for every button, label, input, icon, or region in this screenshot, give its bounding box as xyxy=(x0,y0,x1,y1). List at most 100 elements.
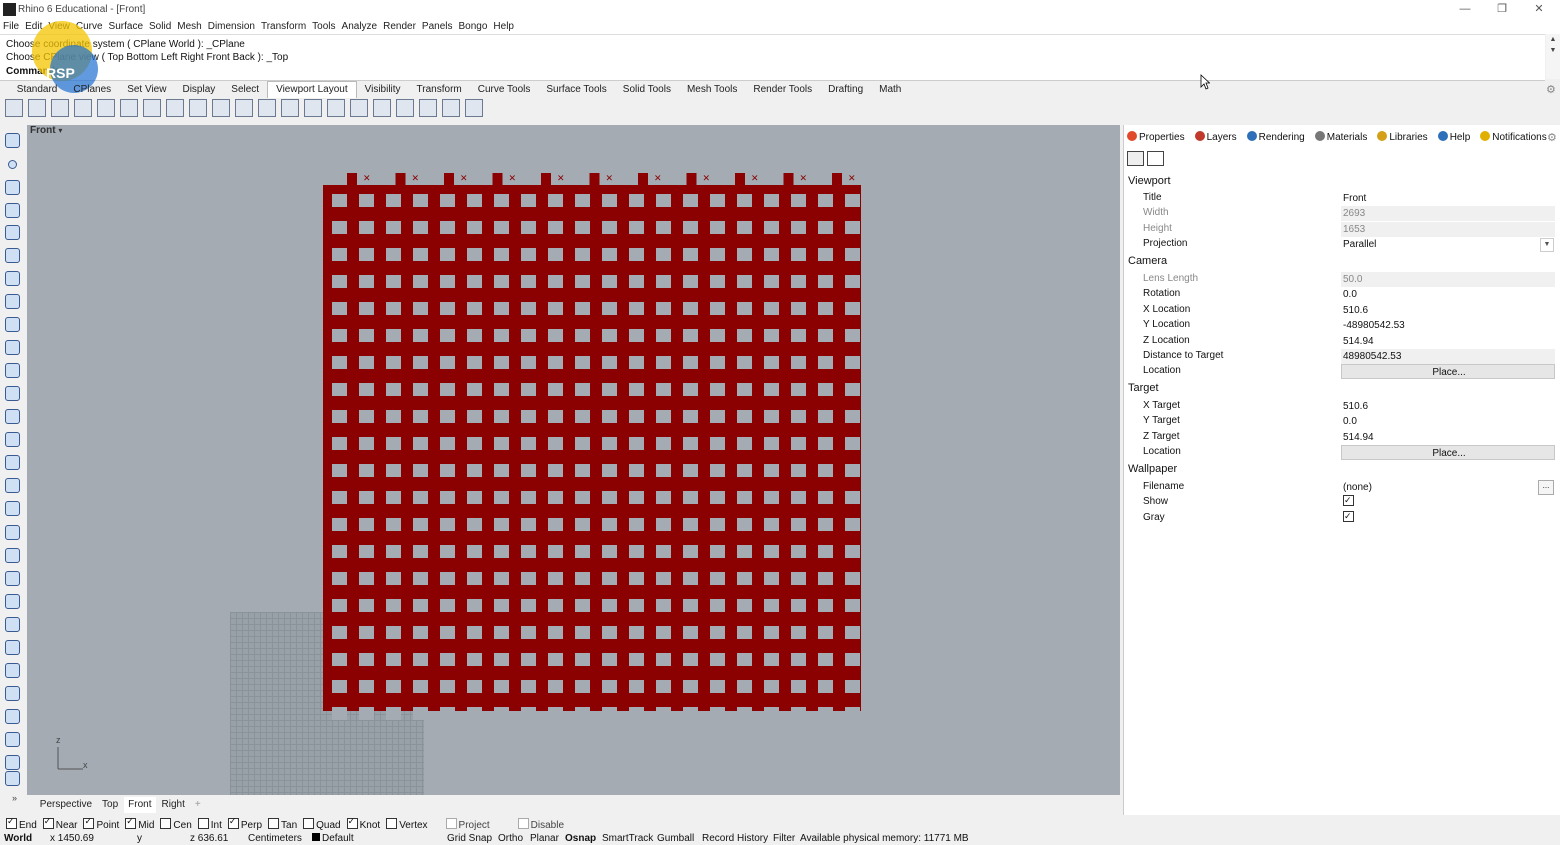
box-icon[interactable] xyxy=(5,409,20,424)
osnap-checkbox[interactable] xyxy=(517,818,529,829)
osnap-project[interactable]: Project xyxy=(445,818,490,831)
analyze-icon[interactable] xyxy=(5,755,20,770)
tab-mesh-tools[interactable]: Mesh Tools xyxy=(679,82,745,98)
osnap-checkbox[interactable] xyxy=(197,818,209,829)
osnap-end[interactable]: End xyxy=(6,816,37,831)
curve-icon[interactable] xyxy=(5,203,20,218)
polygon-icon[interactable] xyxy=(5,271,20,286)
viewport-properties-icon[interactable] xyxy=(419,99,437,117)
scroll-down-icon[interactable]: ▼ xyxy=(1546,45,1560,56)
tab-render-tools[interactable]: Render Tools xyxy=(745,82,820,98)
new-layout-icon[interactable] xyxy=(304,99,322,117)
tab-transform[interactable]: Transform xyxy=(409,82,470,98)
panel-tab-help[interactable]: Help xyxy=(1437,131,1476,143)
viewport-tab-right[interactable]: Right xyxy=(158,797,189,813)
menu-bongo[interactable]: Bongo xyxy=(456,20,491,34)
tab-cplanes[interactable]: CPlanes xyxy=(65,82,119,98)
close-button[interactable]: ✕ xyxy=(1521,0,1557,20)
viewport-title-field[interactable]: Front xyxy=(1341,191,1555,206)
add-viewport-tab-icon[interactable]: + xyxy=(191,797,205,813)
section-wallpaper-heading[interactable]: Wallpaper xyxy=(1128,463,1177,475)
tab-viewport-layout[interactable]: Viewport Layout xyxy=(267,81,357,98)
osnap-checkbox[interactable] xyxy=(125,816,137,829)
section-camera-heading[interactable]: Camera xyxy=(1128,255,1167,267)
floating-viewport-icon[interactable] xyxy=(143,99,161,117)
osnap-knot[interactable]: Knot xyxy=(346,816,380,831)
detail-icon[interactable] xyxy=(327,99,345,117)
x-target-field[interactable]: 510.6 xyxy=(1341,399,1555,414)
viewport-title[interactable]: Front ▾ xyxy=(30,125,62,136)
more-tools-icon[interactable]: » xyxy=(12,793,17,803)
tab-standard[interactable]: Standard xyxy=(9,82,66,98)
osnap-disable[interactable]: Disable xyxy=(517,818,564,831)
plan-icon[interactable] xyxy=(373,99,391,117)
split-viewport-icon[interactable] xyxy=(74,99,92,117)
osnap-perp[interactable]: Perp xyxy=(227,816,262,831)
osnap-near[interactable]: Near xyxy=(42,816,77,831)
menu-transform[interactable]: Transform xyxy=(258,20,309,34)
tab-surface-tools[interactable]: Surface Tools xyxy=(538,82,614,98)
info-icon[interactable] xyxy=(465,99,483,117)
y-target-field[interactable]: 0.0 xyxy=(1341,414,1555,429)
grid-layout-icon[interactable] xyxy=(166,99,184,117)
section-target-heading[interactable]: Target xyxy=(1128,382,1159,394)
layer-indicator[interactable]: Default xyxy=(312,833,354,845)
menu-help[interactable]: Help xyxy=(490,20,517,34)
sync-views-icon[interactable] xyxy=(212,99,230,117)
named-views-icon[interactable] xyxy=(396,99,414,117)
rotate-icon[interactable] xyxy=(5,640,20,655)
group-icon[interactable] xyxy=(5,732,20,747)
menu-file[interactable]: File xyxy=(0,20,22,34)
menu-tools[interactable]: Tools xyxy=(309,20,338,34)
browse-button[interactable]: ... xyxy=(1538,480,1554,495)
osnap-quad[interactable]: Quad xyxy=(303,818,341,831)
gear-icon[interactable]: ⚙ xyxy=(1546,83,1556,96)
section-viewport-heading[interactable]: Viewport xyxy=(1128,175,1171,187)
trim-icon[interactable] xyxy=(5,571,20,586)
command-scrollbar[interactable]: ▲ ▼ xyxy=(1546,34,1560,79)
restore-button[interactable]: ❐ xyxy=(1484,0,1520,20)
smarttrack-toggle[interactable]: SmartTrack xyxy=(602,833,653,845)
viewport-tab-perspective[interactable]: Perspective xyxy=(36,797,96,813)
grid-snap-toggle[interactable]: Grid Snap xyxy=(447,833,492,845)
viewport-dropdown-icon[interactable]: ▾ xyxy=(58,126,62,135)
osnap-checkbox[interactable] xyxy=(227,816,239,829)
tab-set-view[interactable]: Set View xyxy=(119,82,174,98)
scroll-up-icon[interactable]: ▲ xyxy=(1546,34,1560,45)
menu-mesh[interactable]: Mesh xyxy=(174,20,204,34)
transform-icon[interactable] xyxy=(5,709,20,724)
osnap-checkbox[interactable] xyxy=(268,818,280,829)
move-icon[interactable] xyxy=(5,663,20,678)
osnap-checkbox[interactable] xyxy=(346,816,358,829)
menu-render[interactable]: Render xyxy=(380,20,419,34)
show-checkbox[interactable] xyxy=(1343,493,1354,508)
three-viewports-icon[interactable] xyxy=(28,99,46,117)
ellipse-icon[interactable] xyxy=(5,248,20,263)
distance-to-target-field[interactable]: 48980542.53 xyxy=(1341,349,1555,364)
zoom-icon[interactable] xyxy=(189,99,207,117)
front-viewport[interactable]: Front ▾ ✕ ✕ ✕ ✕ ✕ ✕ ✕ ✕ ✕ ✕ ✕ z x xyxy=(27,125,1120,795)
lattice-object[interactable]: ✕ ✕ ✕ ✕ ✕ ✕ ✕ ✕ ✕ ✕ ✕ xyxy=(323,173,863,720)
filter-toggle[interactable]: Filter xyxy=(773,833,795,845)
units-indicator[interactable]: Centimeters xyxy=(248,833,302,845)
menu-solid[interactable]: Solid xyxy=(146,20,174,34)
z-target-field[interactable]: 514.94 xyxy=(1341,430,1555,445)
chevron-down-icon[interactable]: ▼ xyxy=(1540,238,1554,252)
surface-icon[interactable] xyxy=(5,363,20,378)
arc-icon[interactable] xyxy=(5,317,20,332)
tab-solid-tools[interactable]: Solid Tools xyxy=(615,82,679,98)
text-icon[interactable] xyxy=(5,686,20,701)
menu-analyze[interactable]: Analyze xyxy=(339,20,381,34)
osnap-mid[interactable]: Mid xyxy=(125,816,154,831)
osnap-checkbox[interactable] xyxy=(303,818,315,829)
frame-icon[interactable] xyxy=(350,99,368,117)
tab-drafting[interactable]: Drafting xyxy=(820,82,871,98)
osnap-checkbox[interactable] xyxy=(386,818,398,829)
cplane-indicator[interactable]: World xyxy=(4,833,32,845)
projection-select[interactable]: Parallel ▼ xyxy=(1341,237,1555,252)
mesh-icon[interactable] xyxy=(5,478,20,493)
split-horizontal-icon[interactable] xyxy=(97,99,115,117)
viewport-tab-front[interactable]: Front xyxy=(124,797,156,813)
osnap-cen[interactable]: Cen xyxy=(160,818,192,831)
osnap-checkbox[interactable] xyxy=(42,816,54,829)
